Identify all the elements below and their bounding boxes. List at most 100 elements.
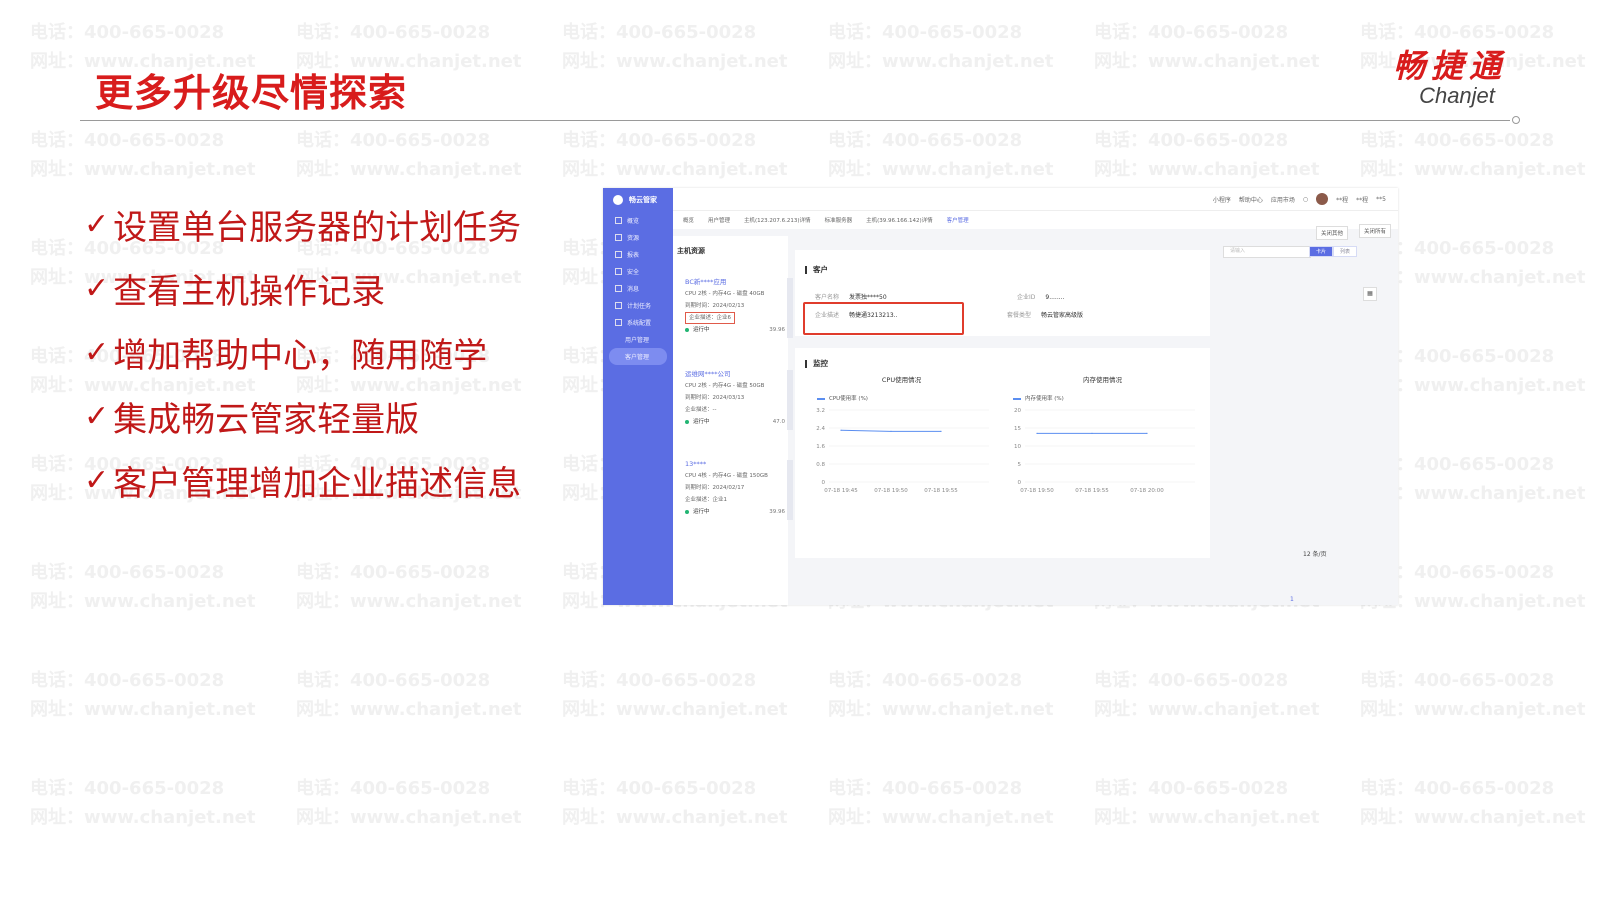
sidebar-item-label: 概览	[627, 218, 640, 225]
watermark-phone: 电话：400-665-0028	[828, 22, 1023, 43]
memory-usage-chart: 内存使用情况 内存使用率 (%) 20 15 10 5 0 07-18 19:50 07-1…	[1005, 374, 1200, 494]
checkmark-icon: ✓	[84, 334, 110, 370]
cpu-chart-svg: 3.2 2.4 1.6 0.8 0 07-18 19:45 07-18 19:50 07-18…	[816, 408, 989, 494]
x-tick-label: 07-18 19:55	[1075, 488, 1109, 494]
sidebar-item-customer-management[interactable]: 客户管理	[609, 348, 667, 365]
sidebar-item-messages[interactable]: 消息	[603, 280, 673, 297]
watermark-site: 网址：www.chanjet.net	[1094, 699, 1320, 720]
host-usage: 39.96	[769, 509, 785, 515]
logo-en: Chanjet	[1419, 83, 1495, 108]
y-tick-label: 0.8	[816, 462, 825, 468]
page-number[interactable]: 1	[1290, 596, 1294, 603]
view-toggle-list[interactable]: 列表	[1333, 246, 1358, 257]
page-size-select[interactable]: 12 条/页	[1303, 549, 1327, 558]
org-menu[interactable]: **5	[1376, 196, 1386, 203]
account-menu[interactable]: **程	[1356, 195, 1368, 204]
sidebar-item-scheduled-tasks[interactable]: 计划任务	[603, 297, 673, 314]
host-card[interactable]: 运维网****公司 CPU 2核 - 内存4G - 磁盘 50GB 到期时间：2…	[685, 368, 793, 430]
slide-title: 更多升级尽情探索	[95, 71, 408, 115]
mini-program-link[interactable]: 小程序	[1213, 195, 1231, 204]
avatar[interactable]	[1316, 193, 1329, 205]
watermark-text: 电话：400-665-0028 网址：www.chanjet.net	[1094, 774, 1319, 832]
host-name[interactable]: BC新****应用	[685, 276, 785, 288]
watermark-phone: 电话：400-665-0028	[562, 130, 757, 151]
watermark-text: 电话：400-665-0028 网址：www.chanjet.net	[562, 126, 787, 184]
watermark-text: 电话：400-665-0028 网址：www.chanjet.net	[828, 666, 1053, 724]
feature-item: ✓ 客户管理增加企业描述信息	[84, 448, 521, 512]
watermark-text: 电话：400-665-0028 网址：www.chanjet.net	[828, 18, 1053, 76]
feature-text: 设置单台服务器的计划任务	[113, 207, 522, 248]
watermark-text: 电话：400-665-0028 网址：www.chanjet.net	[296, 126, 521, 184]
data-point	[1036, 432, 1038, 434]
y-tick-label: 10	[1014, 444, 1021, 450]
watermark-phone: 电话：400-665-0028	[296, 670, 491, 691]
sidebar-item-overview[interactable]: 概览	[603, 212, 673, 229]
host-resource-panel: 主机资源 BC新****应用 CPU 2核 - 内存4G - 磁盘 40GB 到…	[673, 236, 793, 605]
watermark-phone: 电话：400-665-0028	[562, 22, 757, 43]
watermark-text: 电话：400-665-0028 网址：www.chanjet.net	[562, 774, 787, 832]
app-market-link[interactable]: 应用市场	[1271, 195, 1295, 204]
watermark-phone: 电话：400-665-0028	[296, 22, 491, 43]
tab-customer-management[interactable]: 客户管理	[947, 216, 969, 224]
sidebar-item-label: 资源	[627, 235, 640, 242]
host-name[interactable]: 运维网****公司	[685, 368, 785, 380]
host-card[interactable]: 13**** CPU 4核 - 内存4G - 磁盘 150GB 到期时间：202…	[685, 458, 793, 520]
sidebar-item-reports[interactable]: 报表	[603, 246, 673, 263]
field-label: 企业ID	[1017, 294, 1036, 301]
host-status: 运行中 39.96	[685, 506, 785, 518]
checkmark-icon: ✓	[84, 398, 110, 434]
tab-host-detail-2[interactable]: 主机(39.96.166.142)详情	[866, 216, 933, 224]
tab-overview[interactable]: 概览	[683, 216, 694, 224]
view-toggle-card[interactable]: 卡片	[1309, 246, 1334, 257]
bell-icon[interactable]: ○	[1303, 196, 1308, 203]
divider-end-ornament	[1512, 116, 1520, 124]
host-panel-title: 主机资源	[677, 247, 705, 255]
user-menu[interactable]: **程	[1336, 195, 1348, 204]
field-value: 畅云管家高级版	[1041, 312, 1084, 319]
watermark-site: 网址：www.chanjet.net	[562, 51, 788, 72]
close-all-button[interactable]: 关闭所有	[1359, 224, 1392, 238]
tab-host-detail-1[interactable]: 主机(123.207.6.213)详情	[744, 216, 811, 224]
search-input[interactable]: 请输入	[1223, 246, 1311, 258]
watermark-site: 网址：www.chanjet.net	[828, 807, 1054, 828]
sidebar-item-resources[interactable]: 资源	[603, 229, 673, 246]
watermark-site: 网址：www.chanjet.net	[1094, 51, 1320, 72]
company-id-field: 企业ID 9........	[1017, 292, 1064, 301]
app-brand-name: 畅云管家	[629, 196, 657, 204]
sidebar-item-security[interactable]: 安全	[603, 263, 673, 280]
watermark-phone: 电话：400-665-0028	[828, 130, 1023, 151]
layout-icon[interactable]: ▦	[1363, 287, 1377, 301]
watermark-phone: 电话：400-665-0028	[1360, 778, 1555, 799]
watermark-site: 网址：www.chanjet.net	[828, 159, 1054, 180]
usage-scroll-bar	[787, 370, 793, 430]
grid-icon	[615, 217, 622, 224]
view-toggle: 卡片 列表	[1309, 246, 1358, 257]
watermark-text: 电话：400-665-0028 网址：www.chanjet.net	[30, 126, 255, 184]
host-spec: CPU 4核 - 内存4G - 磁盘 150GB	[685, 473, 768, 479]
watermark-site: 网址：www.chanjet.net	[296, 159, 522, 180]
sidebar-item-user-management[interactable]: 用户管理	[603, 331, 673, 348]
host-spec: CPU 2核 - 内存4G - 磁盘 40GB	[685, 291, 765, 297]
watermark-phone: 电话：400-665-0028	[1360, 670, 1555, 691]
host-card[interactable]: BC新****应用 CPU 2核 - 内存4G - 磁盘 40GB 到期时间：2…	[685, 276, 793, 338]
sidebar-item-label: 报表	[627, 252, 640, 259]
host-name[interactable]: 13****	[685, 458, 785, 470]
watermark-phone: 电话：400-665-0028	[562, 670, 757, 691]
watermark-phone: 电话：400-665-0028	[296, 778, 491, 799]
host-status: 运行中 39.96	[685, 324, 785, 336]
help-center-link[interactable]: 帮助中心	[1239, 195, 1263, 204]
field-label: 套餐类型	[1007, 312, 1032, 319]
sidebar-item-system-config[interactable]: 系统配置	[603, 314, 673, 331]
y-tick-label: 2.4	[816, 426, 825, 432]
chanjet-logo: 畅捷通 Chanjet	[1370, 48, 1530, 108]
app-tab-bar: 概览 用户管理 主机(123.207.6.213)详情 标准服务器 主机(39.…	[673, 210, 1398, 229]
watermark-phone: 电话：400-665-0028	[30, 778, 225, 799]
tab-standard-server[interactable]: 标准服务器	[825, 216, 853, 224]
feature-text: 集成畅云管家轻量版	[113, 399, 420, 440]
data-point	[1091, 432, 1093, 434]
close-others-button[interactable]: 关闭其他	[1316, 226, 1349, 240]
watermark-phone: 电话：400-665-0028	[1094, 670, 1289, 691]
watermark-site: 网址：www.chanjet.net	[1360, 699, 1586, 720]
tab-user-management[interactable]: 用户管理	[708, 216, 730, 224]
feature-item: ✓ 查看主机操作记录	[84, 256, 521, 320]
